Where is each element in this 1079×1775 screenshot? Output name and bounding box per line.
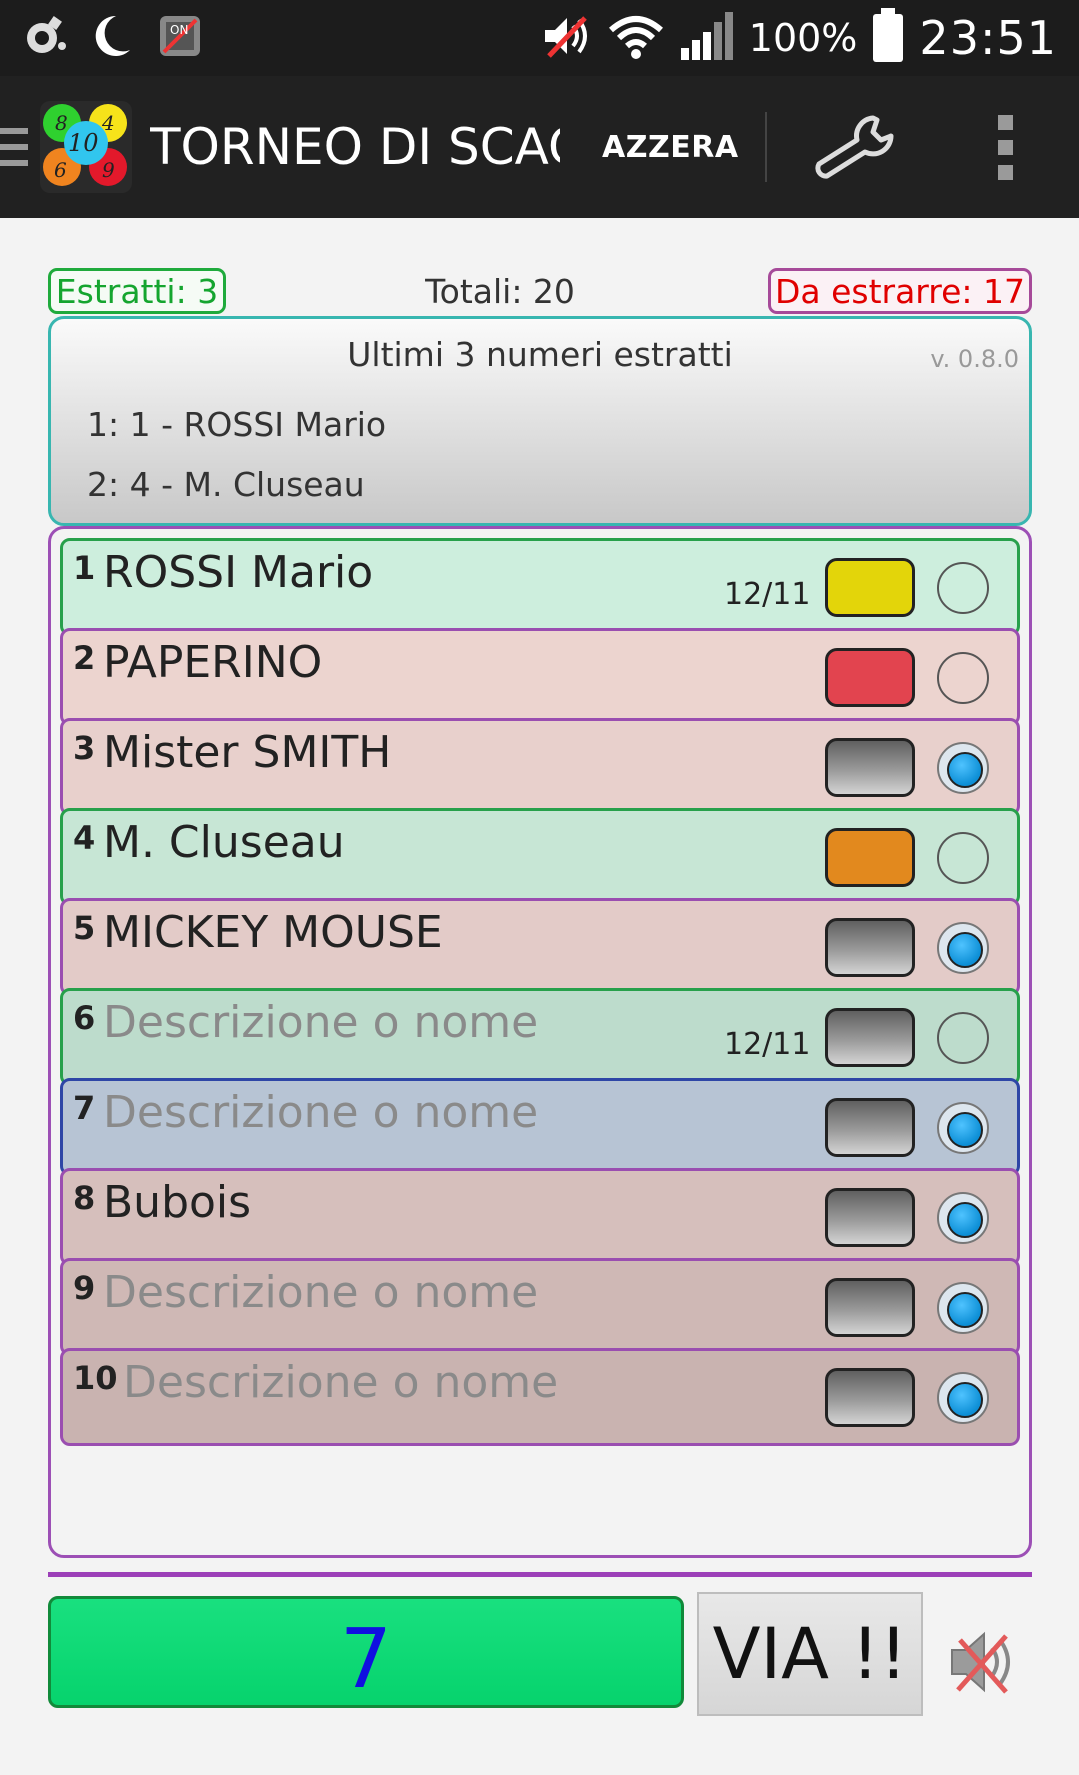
row-radio[interactable]	[937, 832, 989, 884]
estratti-counter: Estratti: 3	[48, 268, 226, 314]
moon-icon	[90, 12, 134, 64]
color-swatch-button[interactable]	[825, 1368, 915, 1427]
row-name-field[interactable]: Bubois	[103, 1177, 251, 1228]
row-number: 2	[73, 639, 96, 677]
list-row[interactable]: 10 Descrizione o nome	[60, 1348, 1020, 1446]
app-title: TORNEO DI SCACCHI	[150, 118, 560, 176]
wifi-icon	[607, 12, 665, 64]
row-name-field[interactable]: MICKEY MOUSE	[103, 907, 443, 958]
row-radio[interactable]	[937, 1372, 989, 1424]
row-number: 5	[73, 909, 96, 947]
status-bar: ON 100% 23:51	[0, 0, 1079, 76]
row-radio[interactable]	[937, 922, 989, 974]
battery-icon	[871, 8, 905, 68]
signal-icon	[679, 10, 735, 66]
list-row[interactable]: 4 M. Cluseau	[60, 808, 1020, 906]
color-swatch-button[interactable]	[825, 1188, 915, 1247]
overflow-menu-icon[interactable]	[994, 107, 1018, 187]
row-radio[interactable]	[937, 1102, 989, 1154]
color-swatch-button[interactable]	[825, 738, 915, 797]
last-extracted-title: Ultimi 3 numeri estratti	[347, 335, 733, 374]
row-date: 12/11	[724, 1027, 811, 1062]
logo-number-9: 9	[102, 158, 115, 182]
last-extracted-panel: Ultimi 3 numeri estratti v. 0.8.0 1: 1 -…	[48, 316, 1032, 526]
row-number: 7	[73, 1089, 96, 1127]
row-number: 3	[73, 729, 96, 767]
row-number: 9	[73, 1269, 96, 1307]
list-row[interactable]: 7 Descrizione o nome	[60, 1078, 1020, 1176]
drawer-menu-icon[interactable]	[0, 117, 30, 177]
row-radio[interactable]	[937, 1012, 989, 1064]
logo-number-10: 10	[68, 129, 99, 157]
wrench-icon[interactable]	[809, 107, 899, 187]
list-row[interactable]: 8 Bubois	[60, 1168, 1020, 1266]
row-name-field[interactable]: Mister SMITH	[103, 727, 391, 778]
volume-muted-icon	[541, 12, 593, 64]
last-extracted-item: 2: 4 - M. Cluseau	[87, 465, 365, 504]
action-divider	[764, 112, 767, 182]
list-row[interactable]: 1 ROSSI Mario 12/11	[60, 538, 1020, 636]
row-radio[interactable]	[937, 562, 989, 614]
clock: 23:51	[919, 11, 1057, 65]
via-button[interactable]: VIA !!	[697, 1592, 923, 1716]
logo-number-4: 4	[101, 111, 115, 135]
players-list[interactable]: 1 ROSSI Mario 12/11 2 PAPERINO 3 Mister …	[48, 526, 1032, 1558]
color-swatch-button[interactable]	[825, 1278, 915, 1337]
color-swatch-button[interactable]	[825, 1098, 915, 1157]
list-row[interactable]: 2 PAPERINO	[60, 628, 1020, 726]
svg-text:ON: ON	[170, 23, 188, 37]
row-number: 8	[73, 1179, 96, 1217]
color-swatch-button[interactable]	[825, 558, 915, 617]
notification-app-icon: ON	[156, 12, 204, 64]
row-number: 1	[73, 549, 96, 587]
color-swatch-button[interactable]	[825, 648, 915, 707]
row-name-field[interactable]: Descrizione o nome	[103, 997, 538, 1048]
list-row[interactable]: 3 Mister SMITH	[60, 718, 1020, 816]
azzera-button[interactable]: AZZERA	[602, 130, 739, 165]
da-estrarre-counter: Da estrarre: 17	[768, 268, 1032, 314]
row-radio[interactable]	[937, 652, 989, 704]
battery-percent: 100%	[748, 16, 858, 60]
last-extracted-item: 1: 1 - ROSSI Mario	[87, 405, 387, 444]
extracted-number-display: 7	[48, 1596, 684, 1708]
logo-number-8: 8	[55, 111, 68, 135]
list-row[interactable]: 9 Descrizione o nome	[60, 1258, 1020, 1356]
app-version: v. 0.8.0	[930, 345, 1019, 373]
sound-muted-icon[interactable]	[946, 1622, 1020, 1702]
row-number: 10	[73, 1359, 118, 1397]
totali-counter: Totali: 20	[425, 271, 575, 311]
action-bar: 8 4 10 6 9 TORNEO DI SCACCHI AZZERA	[0, 76, 1079, 218]
row-name-field[interactable]: Descrizione o nome	[103, 1267, 538, 1318]
color-swatch-button[interactable]	[825, 918, 915, 977]
list-row[interactable]: 5 MICKEY MOUSE	[60, 898, 1020, 996]
row-date: 12/11	[724, 577, 811, 612]
row-number: 6	[73, 999, 96, 1037]
row-name-field[interactable]: PAPERINO	[103, 637, 322, 688]
settings-satellite-icon	[20, 12, 68, 64]
bottom-divider	[48, 1572, 1032, 1577]
row-number: 4	[73, 819, 96, 857]
row-radio[interactable]	[937, 1192, 989, 1244]
color-swatch-button[interactable]	[825, 828, 915, 887]
row-name-field[interactable]: M. Cluseau	[103, 817, 345, 868]
row-name-field[interactable]: ROSSI Mario	[103, 547, 373, 598]
app-logo[interactable]: 8 4 10 6 9	[40, 101, 132, 193]
row-name-field[interactable]: Descrizione o nome	[103, 1087, 538, 1138]
row-radio[interactable]	[937, 742, 989, 794]
row-radio[interactable]	[937, 1282, 989, 1334]
logo-number-6: 6	[54, 158, 67, 182]
list-row[interactable]: 6 Descrizione o nome 12/11	[60, 988, 1020, 1086]
row-name-field[interactable]: Descrizione o nome	[123, 1357, 558, 1408]
color-swatch-button[interactable]	[825, 1008, 915, 1067]
